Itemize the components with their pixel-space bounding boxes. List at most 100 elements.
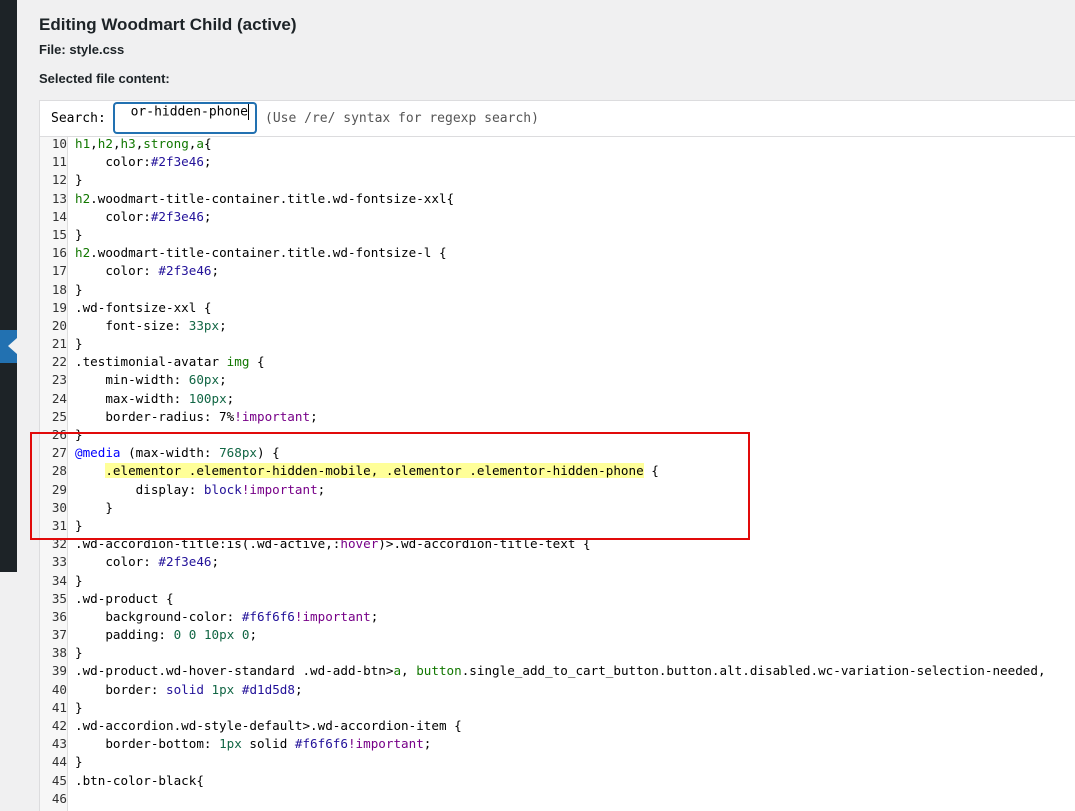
highlight-annotation-box [30, 432, 750, 540]
code-line[interactable]: 34} [40, 572, 1075, 590]
code-line[interactable]: 23 min-width: 60px; [40, 371, 1075, 389]
code-text: } [75, 699, 83, 715]
code-line[interactable]: 22 .testimonial-avatar img { [40, 353, 1075, 371]
code-line[interactable]: 14 color:#2f3e46; [40, 208, 1075, 226]
code-line[interactable]: 18} [40, 281, 1075, 299]
code-line[interactable]: 43 border-bottom: 1px solid #f6f6f6!impo… [40, 735, 1075, 753]
code-text: border-bottom: 1px solid #f6f6f6!importa… [75, 736, 432, 752]
code-text: max-width: 100px; [75, 390, 235, 406]
line-number: 33 [51, 554, 67, 570]
line-number: 22 [51, 354, 67, 370]
active-indicator-arrow-icon [8, 338, 17, 354]
line-number: 43 [51, 736, 67, 752]
code-line[interactable]: 33 color: #2f3e46; [40, 553, 1075, 571]
line-number: 21 [51, 336, 67, 352]
code-text: border-radius: 7%!important; [75, 408, 318, 424]
line-number: 41 [51, 699, 67, 715]
line-number: 42 [51, 718, 67, 733]
code-line[interactable]: 16 h2.woodmart-title-container.title.wd-f… [40, 244, 1075, 262]
text-cursor [248, 104, 249, 120]
code-text: .wd-fontsize-xxl { [75, 299, 212, 315]
code-text: padding: 0 0 10px 0; [75, 627, 258, 643]
code-line[interactable]: 37 padding: 0 0 10px 0; [40, 626, 1075, 644]
line-number: 25 [51, 408, 67, 424]
code-line[interactable]: 36 background-color: #f6f6f6!important; [40, 608, 1075, 626]
line-number: 15 [51, 226, 67, 242]
code-text: border: solid 1px #d1d5d8; [75, 681, 303, 697]
line-number: 18 [51, 281, 67, 297]
code-line[interactable]: 39 .wd-product.wd-hover-standard .wd-add-… [40, 662, 1075, 680]
code-line[interactable]: 41} [40, 699, 1075, 717]
code-text: .wd-accordion.wd-style-default>.wd-accor… [75, 718, 462, 733]
selected-content-label: Selected file content: [39, 71, 170, 86]
file-name-label: File: style.css [39, 42, 125, 57]
line-number: 12 [51, 172, 67, 188]
line-number: 20 [51, 317, 67, 333]
code-line[interactable]: 13 h2.woodmart-title-container.title.wd-f… [40, 190, 1075, 208]
code-text: .btn-color-black{ [75, 772, 204, 788]
code-line[interactable]: 17 color: #2f3e46; [40, 262, 1075, 280]
code-text: h2.woodmart-title-container.title.wd-fon… [75, 245, 447, 261]
line-number: 14 [51, 208, 67, 224]
line-number: 39 [51, 663, 67, 679]
code-line[interactable]: 11 color:#2f3e46; [40, 153, 1075, 171]
search-input-value: or-hidden-phone [130, 104, 248, 120]
code-text: font-size: 33px; [75, 317, 227, 333]
code-text: } [75, 754, 83, 770]
code-text: min-width: 60px; [75, 372, 227, 388]
line-number: 23 [51, 372, 67, 388]
page-title: Editing Woodmart Child (active) [39, 15, 297, 34]
line-number: 36 [51, 608, 67, 624]
code-line[interactable]: 21} [40, 335, 1075, 353]
code-line[interactable]: 25 border-radius: 7%!important; [40, 408, 1075, 426]
code-line[interactable]: 24 max-width: 100px; [40, 390, 1075, 408]
code-line[interactable]: 46 [40, 790, 1075, 808]
line-number: 37 [51, 627, 67, 643]
code-text: } [75, 172, 83, 188]
line-number: 38 [51, 645, 67, 661]
code-line[interactable]: 15} [40, 226, 1075, 244]
code-text: } [75, 281, 83, 297]
admin-menu [0, 0, 17, 572]
code-text: color: #2f3e46; [75, 263, 220, 279]
code-text: color: #2f3e46; [75, 554, 220, 570]
code-text: .wd-product.wd-hover-standard .wd-add-bt… [75, 663, 1046, 679]
line-number: 46 [51, 790, 67, 806]
code-line[interactable]: 45 .btn-color-black{ [40, 772, 1075, 790]
code-text: } [75, 572, 83, 588]
line-number: 34 [51, 572, 67, 588]
admin-sidebar [0, 0, 17, 811]
code-text: .testimonial-avatar img { [75, 354, 265, 370]
code-line[interactable]: 35 .wd-product { [40, 590, 1075, 608]
code-line[interactable]: 12} [40, 171, 1075, 189]
search-hint: (Use /re/ syntax for regexp search) [265, 111, 539, 126]
line-number: 10 [51, 136, 67, 151]
code-text: color:#2f3e46; [75, 208, 212, 224]
code-text: h2.woodmart-title-container.title.wd-fon… [75, 190, 455, 206]
code-text: background-color: #f6f6f6!important; [75, 608, 379, 624]
code-text: } [75, 336, 83, 352]
code-text: color:#2f3e46; [75, 154, 212, 170]
line-number: 24 [51, 390, 67, 406]
line-number: 17 [51, 263, 67, 279]
line-number: 11 [51, 154, 67, 170]
code-line[interactable]: 20 font-size: 33px; [40, 317, 1075, 335]
code-line[interactable]: 38} [40, 644, 1075, 662]
line-number: 16 [51, 245, 67, 261]
line-number: 35 [51, 590, 67, 606]
code-line[interactable]: 19 .wd-fontsize-xxl { [40, 299, 1075, 317]
code-line[interactable]: 42 .wd-accordion.wd-style-default>.wd-acc… [40, 717, 1075, 735]
code-line[interactable]: 40 border: solid 1px #d1d5d8; [40, 681, 1075, 699]
search-bar: Search: or-hidden-phone (Use /re/ syntax… [40, 101, 1075, 137]
line-number: 45 [51, 772, 67, 788]
search-input[interactable]: or-hidden-phone [114, 103, 256, 133]
search-label: Search: [51, 111, 106, 126]
code-line[interactable]: 44} [40, 753, 1075, 771]
line-number: 40 [51, 681, 67, 697]
code-text: .wd-product { [75, 590, 174, 606]
code-text: } [75, 645, 83, 661]
line-number: 13 [51, 190, 67, 206]
code-line[interactable]: 10 h1,h2,h3,strong,a{ [40, 135, 1075, 153]
line-number: 19 [51, 299, 67, 315]
code-text: } [75, 226, 83, 242]
